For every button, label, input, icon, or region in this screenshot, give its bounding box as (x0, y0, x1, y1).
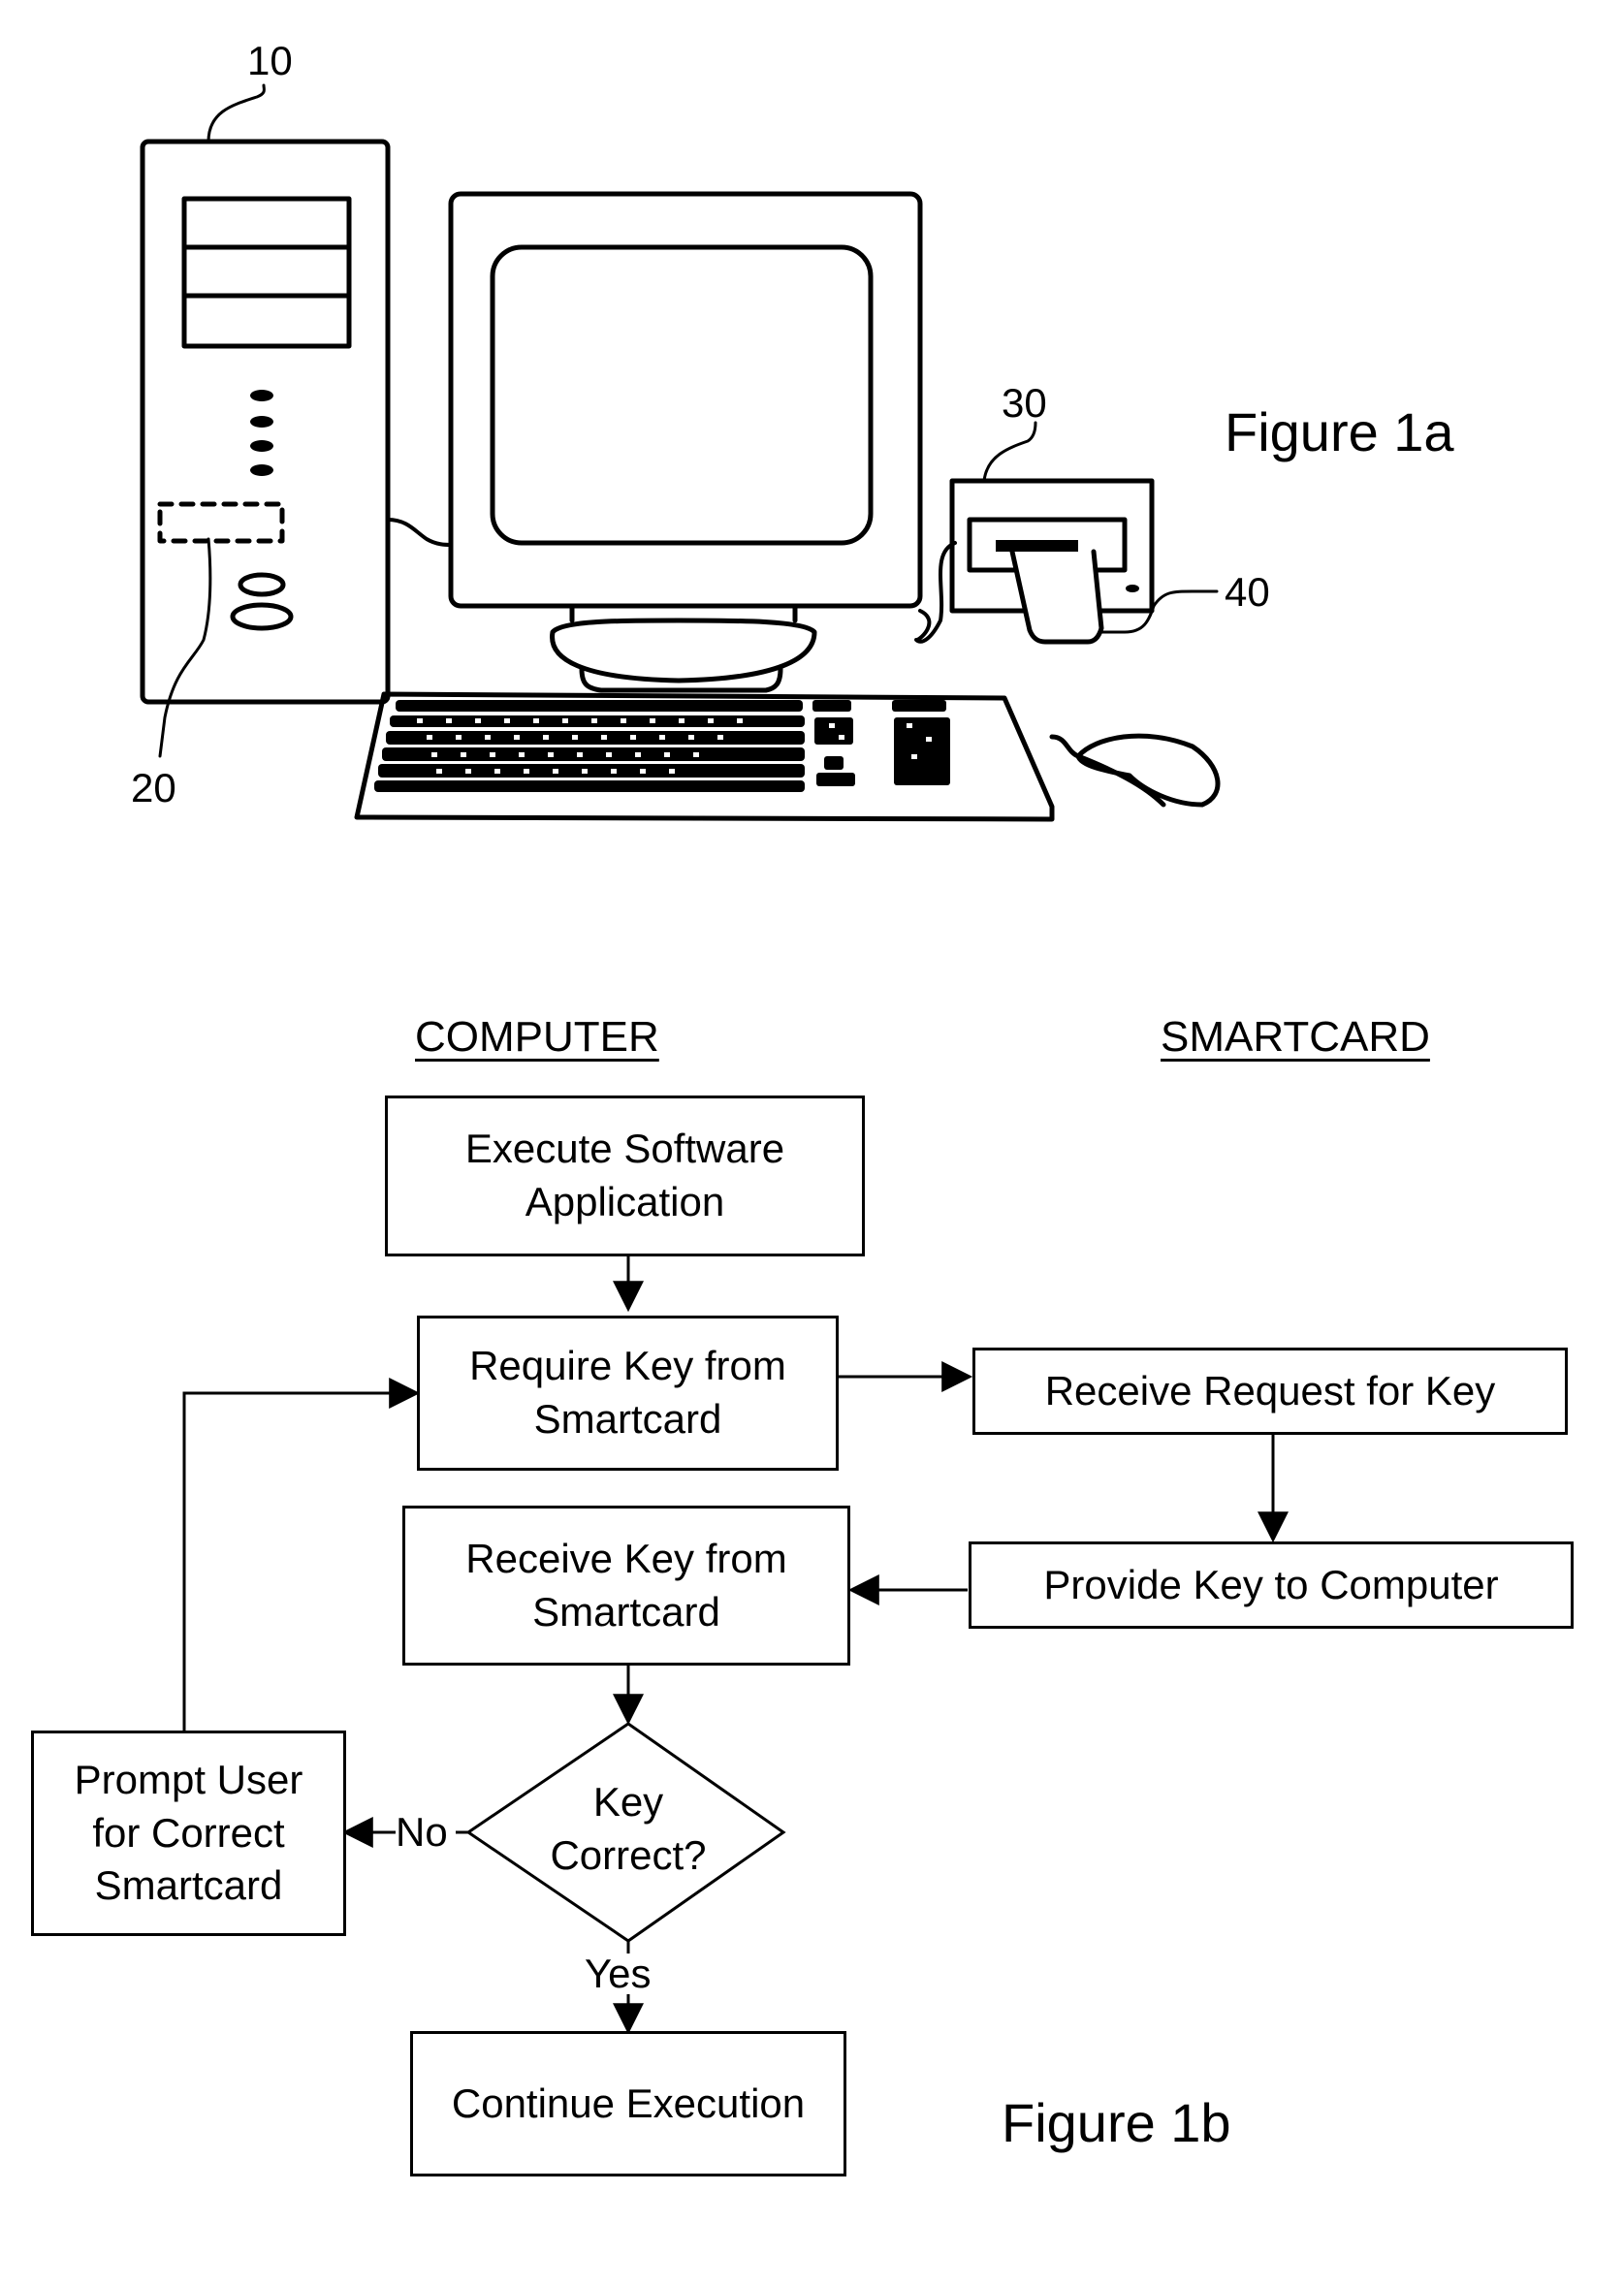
step-receive-key: Receive Key from Smartcard (402, 1506, 850, 1666)
step-provide-key: Provide Key to Computer (969, 1541, 1574, 1629)
arrow-prompt-to-require (182, 1378, 421, 1731)
lane-header-smartcard: SMARTCARD (1161, 1013, 1430, 1061)
decision-label: Key Correct? (550, 1779, 707, 1878)
lane-header-computer: COMPUTER (415, 1013, 659, 1061)
figure-1b-caption: Figure 1b (1002, 2092, 1231, 2153)
step-continue-execution: Continue Execution (410, 2031, 846, 2176)
step-prompt-user: Prompt User for Correct Smartcard (31, 1731, 346, 1936)
step-execute-software: Execute Software Application (385, 1096, 865, 1256)
branch-label-yes: Yes (585, 1951, 652, 1996)
step-require-key: Require Key from Smartcard (417, 1316, 839, 1471)
step-receive-request: Receive Request for Key (972, 1348, 1568, 1435)
branch-label-no: No (396, 1809, 448, 1855)
